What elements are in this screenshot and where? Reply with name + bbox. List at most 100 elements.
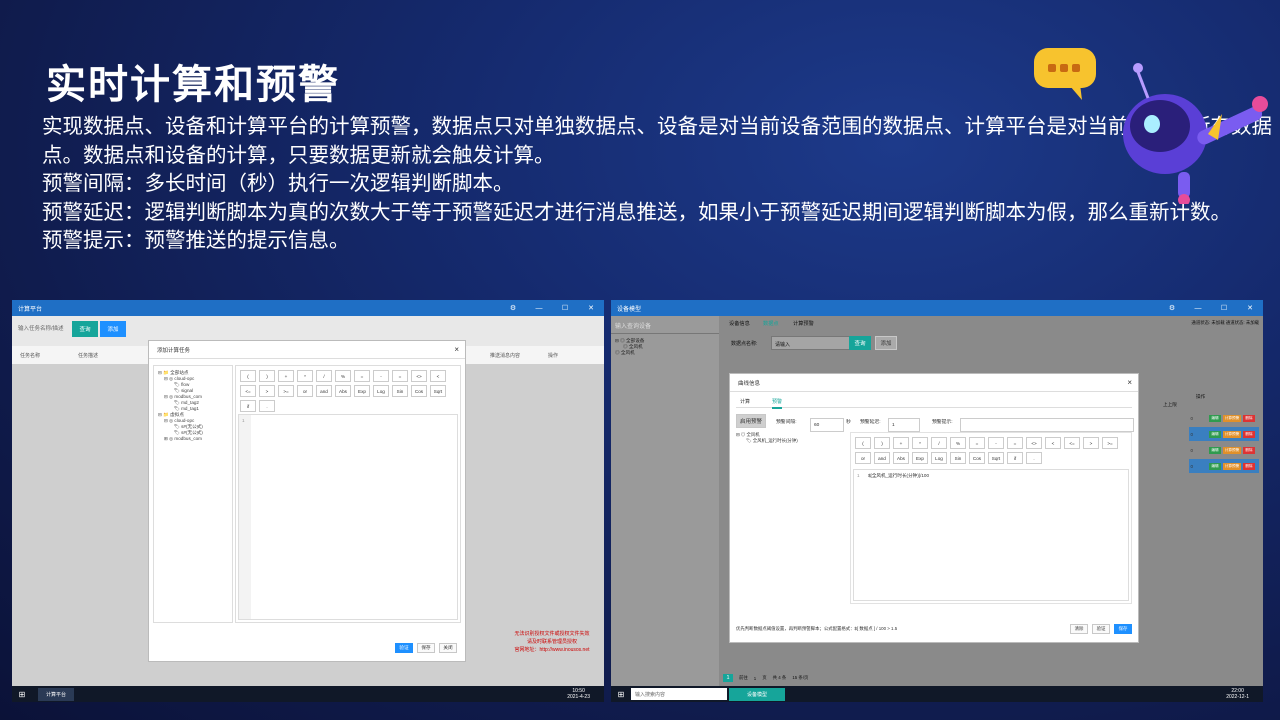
close-dialog-button[interactable]: 关闭 bbox=[439, 643, 457, 653]
function-key[interactable]: Cos bbox=[411, 385, 427, 397]
operator-key[interactable]: <> bbox=[411, 370, 427, 382]
operator-key[interactable]: > bbox=[1083, 437, 1099, 449]
close-button[interactable]: ✕ bbox=[578, 304, 604, 312]
operator-key[interactable]: >= bbox=[1102, 437, 1118, 449]
device-search-input[interactable]: 输入查询设备 bbox=[611, 316, 719, 334]
operator-key[interactable]: or bbox=[297, 385, 313, 397]
filter-input[interactable]: 请输入 bbox=[771, 336, 851, 350]
operator-key[interactable]: + bbox=[278, 370, 294, 382]
function-key[interactable]: Exp bbox=[354, 385, 370, 397]
operator-key[interactable]: ) bbox=[259, 370, 275, 382]
operator-key[interactable]: <= bbox=[240, 385, 256, 397]
function-key[interactable]: Sin bbox=[950, 452, 966, 464]
delete-button[interactable]: 删除 bbox=[1243, 446, 1255, 454]
table-row[interactable]: 0 编辑 计算预警 删除 bbox=[1189, 459, 1259, 473]
delete-button[interactable]: 删除 bbox=[1243, 430, 1255, 438]
operator-key[interactable]: or bbox=[855, 452, 871, 464]
function-key[interactable]: if bbox=[1007, 452, 1023, 464]
operator-key[interactable]: * bbox=[297, 370, 313, 382]
operator-key[interactable]: = bbox=[354, 370, 370, 382]
windows-start-icon[interactable]: ⊞ bbox=[611, 690, 631, 699]
operator-key[interactable]: ( bbox=[855, 437, 871, 449]
clear-button[interactable]: 清除 bbox=[1070, 624, 1088, 634]
function-key[interactable]: Sqrt bbox=[430, 385, 446, 397]
minimize-button[interactable]: — bbox=[526, 305, 552, 312]
operator-key[interactable]: % bbox=[335, 370, 351, 382]
function-key[interactable]: Sqrt bbox=[988, 452, 1004, 464]
maximize-button[interactable]: ☐ bbox=[552, 304, 578, 312]
hint-input[interactable] bbox=[960, 418, 1134, 432]
formula-editor[interactable]: 1 $[全风机_运行时长(分钟)]/100 bbox=[853, 469, 1129, 601]
operator-key[interactable]: + bbox=[893, 437, 909, 449]
add-button[interactable]: 添加 bbox=[100, 321, 126, 337]
license-link[interactable]: 官网地址：http://www.inousos.net bbox=[502, 646, 602, 654]
page-number[interactable]: 1 bbox=[723, 674, 733, 682]
query-button[interactable]: 查询 bbox=[72, 321, 98, 337]
minimize-button[interactable]: — bbox=[1185, 305, 1211, 312]
function-key[interactable]: Log bbox=[931, 452, 947, 464]
formula-editor[interactable]: 1 bbox=[238, 414, 458, 620]
settings-icon[interactable]: ⚙ bbox=[500, 304, 526, 312]
tab-warning[interactable]: 预警 bbox=[772, 398, 783, 409]
tab-calc-warning[interactable]: 计算预警 bbox=[793, 320, 814, 327]
operator-key[interactable]: ( bbox=[240, 370, 256, 382]
function-key[interactable]: . bbox=[1026, 452, 1042, 464]
operator-key[interactable]: > bbox=[259, 385, 275, 397]
save-button[interactable]: 保存 bbox=[1114, 624, 1132, 634]
function-key[interactable]: Log bbox=[373, 385, 389, 397]
operator-key[interactable]: = bbox=[1007, 437, 1023, 449]
operator-key[interactable]: and bbox=[874, 452, 890, 464]
save-button[interactable]: 保存 bbox=[417, 643, 435, 653]
operator-key[interactable]: - bbox=[373, 370, 389, 382]
tree-node[interactable]: ⊞ ◎ modbus_com bbox=[158, 436, 228, 442]
windows-start-icon[interactable]: ⊞ bbox=[12, 690, 32, 699]
operator-key[interactable]: ) bbox=[874, 437, 890, 449]
page-input[interactable]: 1 bbox=[754, 676, 756, 681]
operator-key[interactable]: = bbox=[969, 437, 985, 449]
operator-key[interactable]: < bbox=[1045, 437, 1061, 449]
taskbar-app[interactable]: 计算平台 bbox=[38, 687, 75, 701]
edit-button[interactable]: 编辑 bbox=[1209, 462, 1221, 470]
operator-key[interactable]: % bbox=[950, 437, 966, 449]
settings-icon[interactable]: ⚙ bbox=[1159, 304, 1185, 312]
search-input[interactable]: 输入任务名称/描述 bbox=[18, 324, 64, 332]
close-button[interactable]: ✕ bbox=[1237, 304, 1263, 312]
page-size-select[interactable]: 15 条/页 bbox=[792, 675, 808, 681]
operator-key[interactable]: <= bbox=[1064, 437, 1080, 449]
operator-key[interactable]: / bbox=[316, 370, 332, 382]
tab-calc[interactable]: 计算 bbox=[740, 398, 750, 405]
delete-button[interactable]: 删除 bbox=[1243, 462, 1255, 470]
tree-node[interactable]: ◎ 全风机 bbox=[615, 350, 715, 356]
operator-key[interactable]: <> bbox=[1026, 437, 1042, 449]
add-button[interactable]: 添加 bbox=[875, 336, 897, 350]
operator-key[interactable]: / bbox=[931, 437, 947, 449]
operator-key[interactable]: < bbox=[430, 370, 446, 382]
operator-key[interactable]: and bbox=[316, 385, 332, 397]
calc-warning-button[interactable]: 计算预警 bbox=[1223, 430, 1241, 438]
operator-key[interactable]: >= bbox=[278, 385, 294, 397]
function-key[interactable]: Abs bbox=[893, 452, 909, 464]
table-row[interactable]: 0 编辑 计算预警 删除 bbox=[1189, 411, 1259, 425]
query-button[interactable]: 查询 bbox=[849, 336, 871, 350]
edit-button[interactable]: 编辑 bbox=[1209, 414, 1221, 422]
calc-warning-button[interactable]: 计算预警 bbox=[1223, 446, 1241, 454]
table-row[interactable]: 0 编辑 计算预警 删除 bbox=[1189, 427, 1259, 441]
maximize-button[interactable]: ☐ bbox=[1211, 304, 1237, 312]
function-key[interactable]: Cos bbox=[969, 452, 985, 464]
verify-button[interactable]: 验证 bbox=[395, 643, 413, 653]
tab-data-points[interactable]: 数据点 bbox=[763, 320, 779, 327]
delay-input[interactable]: 1 bbox=[888, 418, 920, 432]
close-icon[interactable]: × bbox=[454, 345, 459, 354]
operator-key[interactable]: * bbox=[912, 437, 928, 449]
verify-button[interactable]: 验证 bbox=[1092, 624, 1110, 634]
function-key[interactable]: . bbox=[259, 400, 275, 412]
table-row[interactable]: 0 编辑 计算预警 删除 bbox=[1189, 443, 1259, 457]
function-key[interactable]: Sin bbox=[392, 385, 408, 397]
calc-warning-button[interactable]: 计算预警 bbox=[1223, 462, 1241, 470]
taskbar-app[interactable]: 设备模型 bbox=[729, 687, 785, 701]
edit-button[interactable]: 编辑 bbox=[1209, 446, 1221, 454]
delete-button[interactable]: 删除 bbox=[1243, 414, 1255, 422]
function-key[interactable]: Abs bbox=[335, 385, 351, 397]
edit-button[interactable]: 编辑 bbox=[1209, 430, 1221, 438]
taskbar-search[interactable]: 输入搜索内容 bbox=[631, 688, 727, 700]
